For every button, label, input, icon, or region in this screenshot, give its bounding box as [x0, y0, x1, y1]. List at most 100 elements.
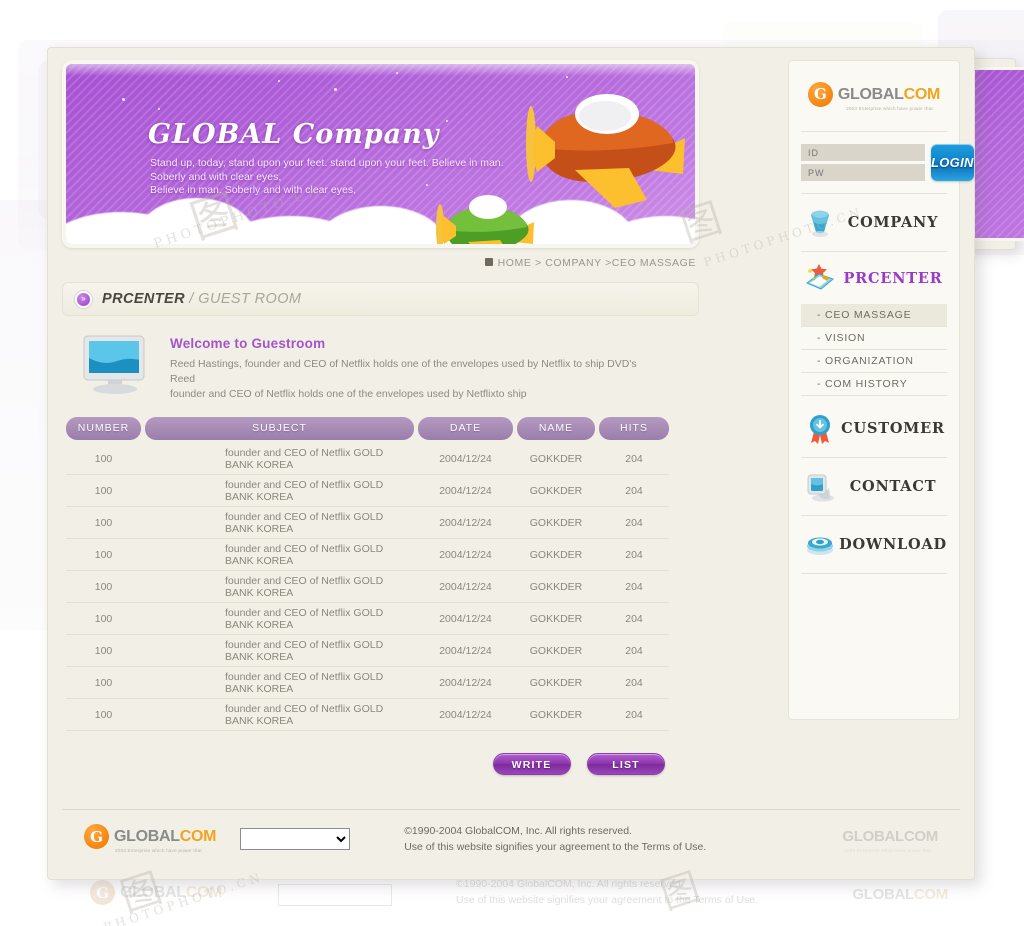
hero-banner: GLOBAL Company Stand up, today, stand up… [62, 60, 699, 248]
table-cell-date: 2004/12/24 [439, 676, 492, 689]
table-cell-hits: 204 [625, 580, 643, 593]
write-button[interactable]: WRITE [492, 753, 571, 775]
footer: G GLOBALCOM 2003 Enterprise which have p… [62, 809, 960, 867]
sidebar-item-prcenter[interactable]: PRCENTER [789, 252, 959, 304]
star-icon [446, 120, 448, 122]
table-cell-number: 100 [94, 548, 113, 561]
family-site-select[interactable] [240, 827, 351, 850]
table-cell-subject[interactable]: founder and CEO of Netflix GOLD BANK KOR… [145, 639, 414, 663]
breadcrumb-text[interactable]: HOME > COMPANY >CEO MASSAGE [498, 257, 696, 269]
sidebar-item-download[interactable]: DOWNLOAD [789, 516, 959, 573]
login-button[interactable]: LOGIN [931, 144, 974, 181]
table-header-hits: HITS [599, 417, 669, 440]
sidebar-label-prcenter: PRCENTER [843, 269, 943, 287]
table-row[interactable]: 100 founder and CEO of Netflix GOLD BANK … [66, 699, 669, 731]
table-row[interactable]: 100 founder and CEO of Netflix GOLD BANK … [66, 443, 669, 475]
sidebar-item-customer[interactable]: CUSTOMER [789, 400, 959, 457]
table-body: 100 founder and CEO of Netflix GOLD BANK … [66, 443, 669, 731]
sidebar-subitem-ceo-massage[interactable]: - CEO MASSAGE [801, 304, 947, 327]
footer-logo[interactable]: G GLOBALCOM 2003 Enterprise which have p… [84, 824, 216, 853]
table-cell-hits: 204 [625, 484, 643, 497]
star-icon [158, 108, 160, 110]
table-cell-name: GOKKDER [529, 548, 583, 561]
page-title: PRCENTER / GUEST ROOM [102, 291, 301, 307]
banner-gloss [66, 64, 695, 76]
id-input[interactable] [801, 144, 925, 161]
table-header-row: NUMBER SUBJECT DATE NAME HITS [66, 417, 669, 440]
list-button[interactable]: LIST [587, 753, 665, 775]
table-header-name: NAME [517, 417, 595, 440]
sidebar-label-download: DOWNLOAD [839, 536, 947, 553]
table-cell-subject[interactable]: founder and CEO of Netflix GOLD BANK KOR… [145, 479, 414, 503]
table-cell-hits: 204 [625, 452, 643, 465]
sidebar-label-contact: CONTACT [849, 478, 937, 495]
divider [801, 573, 947, 574]
disc-eye-icon [807, 537, 833, 555]
login-form: LOGIN [789, 132, 974, 193]
welcome-description-line1: Reed Hastings, founder and CEO of Netfli… [170, 358, 637, 385]
cloud-base [66, 240, 695, 244]
footer-logo-tagline: 2003 Enterprise which have power that [115, 848, 202, 853]
footer-copyright-line2: Use of this website signifies your agree… [404, 840, 707, 853]
sidebar-label-company: COMPANY [847, 214, 939, 231]
notebook-star-icon [806, 264, 834, 290]
ghost-footer-word2: COM [185, 884, 223, 901]
table-row[interactable]: 100 founder and CEO of Netflix GOLD BANK … [66, 667, 669, 699]
table-cell-name: GOKKDER [529, 580, 583, 593]
monitor-icon [83, 335, 145, 394]
footer-watermark-tagline: 2003 Enterprise which have power that [844, 848, 932, 853]
table-cell-subject[interactable]: founder and CEO of Netflix GOLD BANK KOR… [145, 703, 414, 727]
sidebar-logo-tagline: 2003 Enterprise which have power that [846, 105, 933, 111]
table-cell-subject[interactable]: founder and CEO of Netflix GOLD BANK KOR… [145, 447, 414, 471]
table-header-subject: SUBJECT [145, 417, 414, 440]
table-cell-number: 100 [94, 676, 113, 689]
table-header-date: DATE [418, 417, 513, 440]
sidebar-logo-word2: COM [903, 85, 941, 103]
sidebar-subitem-com-history[interactable]: - COM HISTORY [801, 373, 947, 396]
chevron-double-right-icon: » [75, 290, 92, 308]
sidebar-logo[interactable]: G GLOBALCOM 2003 Enterprise which have p… [789, 61, 959, 131]
table-cell-date: 2004/12/24 [439, 484, 492, 497]
welcome-description: Reed Hastings, founder and CEO of Netfli… [170, 357, 640, 402]
banner-subtitle-line1: Stand up, today, stand upon your feet. s… [150, 157, 504, 169]
banner-title: GLOBAL Company [148, 119, 440, 150]
table-cell-hits: 204 [625, 708, 643, 721]
footer-watermark-word2: COM [903, 828, 938, 845]
breadcrumb[interactable]: HOME > COMPANY >CEO MASSAGE [62, 257, 702, 275]
pw-input[interactable] [801, 164, 925, 181]
cone-icon [811, 210, 829, 237]
sidebar-subitem-organization[interactable]: - ORGANIZATION [801, 350, 947, 373]
table-cell-subject[interactable]: founder and CEO of Netflix GOLD BANK KOR… [145, 671, 414, 695]
table-cell-number: 100 [94, 452, 113, 465]
table-cell-name: GOKKDER [529, 676, 583, 689]
award-ribbon-icon [810, 414, 830, 444]
table-cell-subject[interactable]: founder and CEO of Netflix GOLD BANK KOR… [145, 543, 414, 567]
table-cell-subject[interactable]: founder and CEO of Netflix GOLD BANK KOR… [145, 575, 414, 599]
table-cell-date: 2004/12/24 [439, 708, 492, 721]
table-cell-number: 100 [94, 644, 113, 657]
table-cell-hits: 204 [625, 612, 643, 625]
sidebar-label-customer: CUSTOMER [841, 420, 945, 437]
table-cell-hits: 204 [625, 676, 643, 689]
table-row[interactable]: 100 founder and CEO of Netflix GOLD BANK … [66, 603, 669, 635]
breadcrumb-marker-icon [484, 258, 493, 266]
page-title-section: PRCENTER [102, 291, 185, 307]
table-cell-subject[interactable]: founder and CEO of Netflix GOLD BANK KOR… [145, 607, 414, 631]
banner-subtitle-line2: Soberly and with clear eyes, [150, 170, 282, 183]
post-list-table: NUMBER SUBJECT DATE NAME HITS 100 founder… [66, 417, 669, 731]
table-cell-name: GOKKDER [529, 516, 583, 529]
table-cell-subject[interactable]: founder and CEO of Netflix GOLD BANK KOR… [145, 511, 414, 535]
table-cell-hits: 204 [625, 548, 643, 561]
sidebar-item-contact[interactable]: CONTACT [789, 458, 959, 515]
table-row[interactable]: 100 founder and CEO of Netflix GOLD BANK … [66, 571, 669, 603]
sidebar-item-company[interactable]: COMPANY [789, 194, 959, 251]
table-row[interactable]: 100 founder and CEO of Netflix GOLD BANK … [66, 539, 669, 571]
star-icon [396, 72, 398, 74]
sidebar-subitem-vision[interactable]: - VISION [801, 327, 947, 350]
table-row[interactable]: 100 founder and CEO of Netflix GOLD BANK … [66, 635, 669, 667]
table-row[interactable]: 100 founder and CEO of Netflix GOLD BANK … [66, 507, 669, 539]
table-cell-number: 100 [94, 516, 113, 529]
table-cell-name: GOKKDER [529, 484, 583, 497]
ghost-footer-wm2: COM [913, 886, 948, 903]
table-row[interactable]: 100 founder and CEO of Netflix GOLD BANK … [66, 475, 669, 507]
